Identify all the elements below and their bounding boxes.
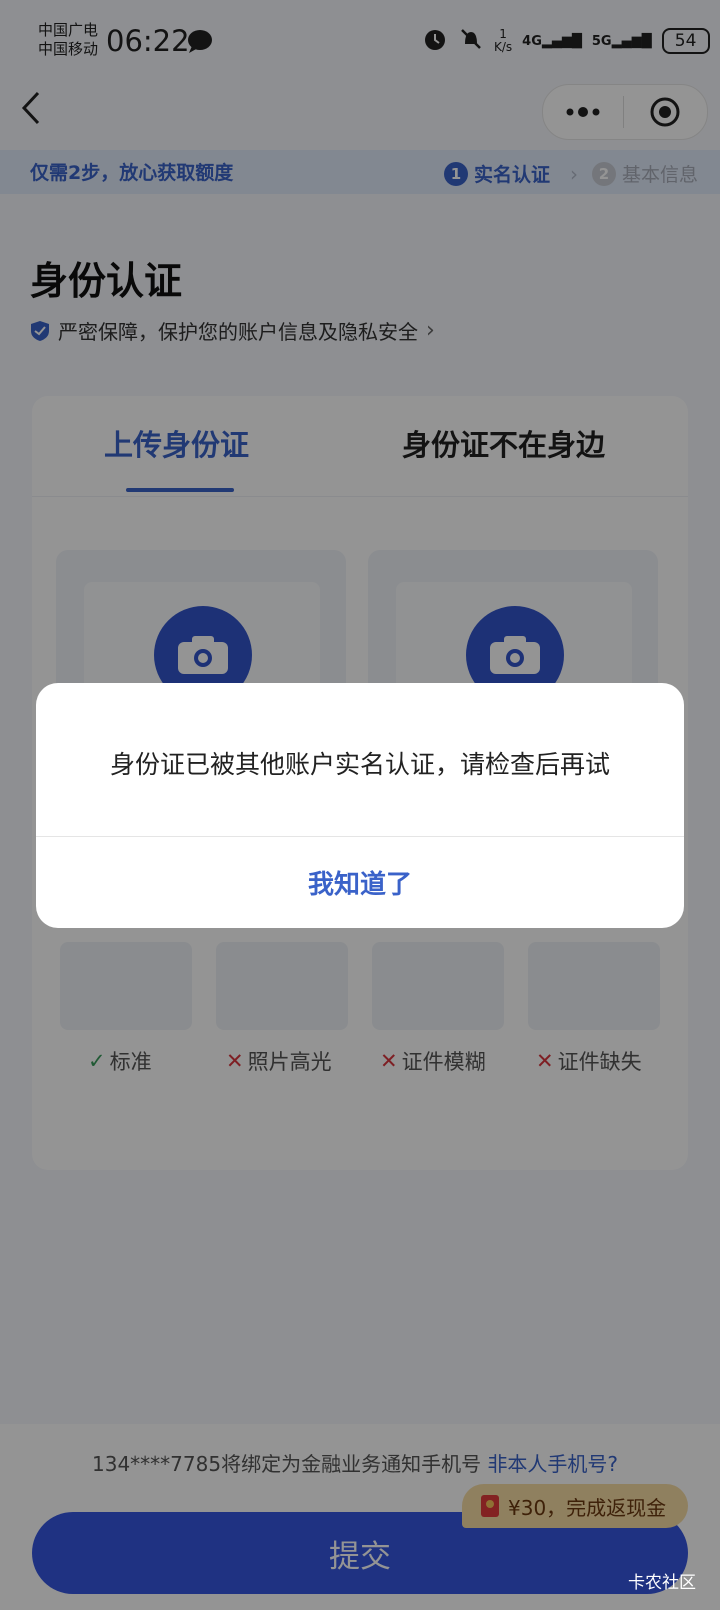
- alert-dialog: 身份证已被其他账户实名认证，请检查后再试 我知道了: [36, 683, 684, 928]
- dialog-message: 身份证已被其他账户实名认证，请检查后再试: [109, 750, 610, 779]
- watermark: 卡农社区: [628, 1573, 696, 1593]
- dialog-confirm-button[interactable]: 我知道了: [36, 837, 684, 928]
